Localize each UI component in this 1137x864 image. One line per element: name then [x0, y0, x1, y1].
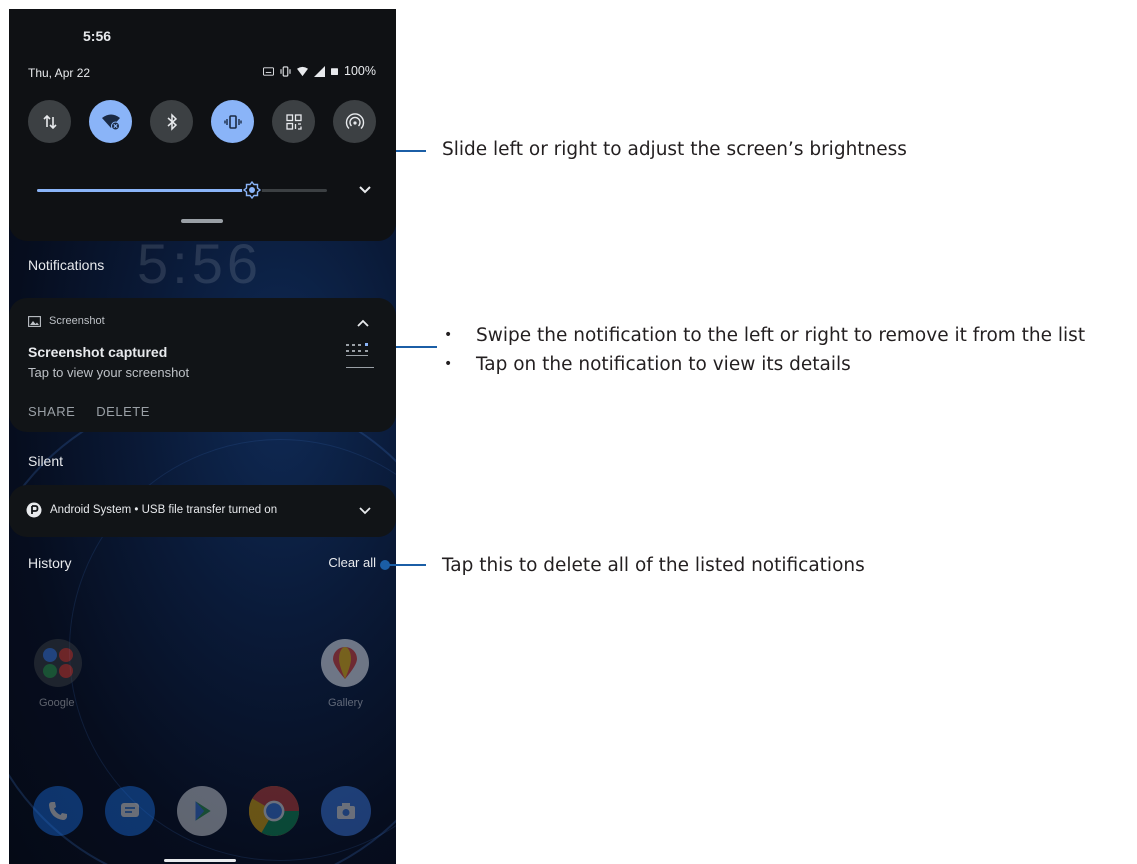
- clear-all-callout-line: [386, 564, 426, 566]
- drag-handle[interactable]: [181, 219, 223, 223]
- screenshot-notification[interactable]: Screenshot Screenshot captured Tap to vi…: [9, 298, 396, 432]
- share-button[interactable]: SHARE: [28, 404, 75, 419]
- gallery-app-icon[interactable]: [321, 639, 369, 687]
- history-heading[interactable]: History: [28, 555, 72, 571]
- notification-callout-line: [390, 346, 437, 348]
- android-system-icon: [26, 502, 42, 518]
- silent-heading: Silent: [28, 453, 64, 469]
- brightness-callout-text: Slide left or right to adjust the screen…: [442, 139, 907, 160]
- notification-app-name: Screenshot: [49, 315, 105, 327]
- silent-notification[interactable]: Android System • USB file transfer turne…: [9, 485, 396, 537]
- messages-app-icon[interactable]: [105, 786, 155, 836]
- signal-icon: [314, 65, 326, 77]
- wifi-status-icon: [297, 66, 309, 76]
- notifications-heading: Notifications: [28, 257, 105, 273]
- callout-bullet-text: Tap on the notification to view its deta…: [476, 354, 851, 375]
- phone-app-icon[interactable]: [33, 786, 83, 836]
- wifi-off-icon: [101, 114, 120, 130]
- callout-bullet-text: Swipe the notification to the left or ri…: [476, 325, 1086, 346]
- vibrate-tile[interactable]: [211, 100, 254, 143]
- chrome-app-icon[interactable]: [249, 786, 299, 836]
- status-date: Thu, Apr 22: [28, 66, 91, 80]
- wifi-tile[interactable]: [89, 100, 132, 143]
- silent-notification-text: Android System • USB file transfer turne…: [50, 504, 278, 516]
- callout-bullet: • Swipe the notification to the left or r…: [444, 321, 1085, 350]
- notification-text: Tap to view your screenshot: [28, 365, 190, 380]
- image-icon: [28, 315, 41, 327]
- gallery-app-label: Gallery: [328, 697, 363, 709]
- brightness-slider-fill: [37, 189, 252, 192]
- bluetooth-icon: [167, 112, 177, 131]
- notification-callout-bullets: • Swipe the notification to the left or r…: [444, 321, 1085, 379]
- camera-app-icon[interactable]: [321, 786, 371, 836]
- clear-all-callout-text: Tap this to delete all of the listed not…: [442, 555, 865, 576]
- vibrate-status-icon: [280, 65, 291, 77]
- phone-screen: 5:56 5:56 Thu, Apr 22 100% Notifications…: [9, 9, 396, 864]
- screenshot-thumbnail[interactable]: [342, 338, 378, 374]
- notification-actions: SHARE DELETE: [28, 404, 150, 419]
- expand-chevron-icon[interactable]: [358, 185, 372, 195]
- delete-button[interactable]: DELETE: [96, 404, 150, 419]
- hotspot-tile[interactable]: [333, 100, 376, 143]
- battery-icon: [331, 67, 339, 75]
- brightness-slider[interactable]: [37, 180, 327, 200]
- qr-scanner-tile[interactable]: [272, 100, 315, 143]
- gesture-nav-bar[interactable]: [164, 859, 236, 862]
- quick-settings-tiles: [28, 100, 376, 143]
- brightness-icon[interactable]: [241, 179, 263, 201]
- clear-all-button[interactable]: Clear all: [328, 555, 376, 570]
- mobile-data-tile[interactable]: [28, 100, 71, 143]
- mobile-data-icon: [42, 114, 57, 129]
- vibrate-icon: [223, 114, 242, 129]
- notification-app-row: Screenshot: [28, 315, 105, 327]
- quick-settings-panel: 5:56 Thu, Apr 22 100%: [9, 9, 396, 241]
- expand-chevron-icon[interactable]: [358, 506, 372, 516]
- google-folder-icon[interactable]: [34, 639, 82, 687]
- battery-percent: 100%: [344, 64, 376, 78]
- notification-title: Screenshot captured: [28, 344, 168, 360]
- status-icons: 100%: [263, 64, 376, 78]
- hotspot-icon: [345, 112, 364, 129]
- collapse-chevron-icon[interactable]: [356, 318, 370, 328]
- qr-code-icon: [285, 113, 302, 130]
- keyboard-icon: [263, 66, 275, 76]
- google-folder-label: Google: [39, 697, 75, 709]
- status-time: 5:56: [83, 28, 112, 44]
- play-store-icon[interactable]: [177, 786, 227, 836]
- callout-bullet: • Tap on the notification to view its det…: [444, 350, 1085, 379]
- bluetooth-tile[interactable]: [150, 100, 193, 143]
